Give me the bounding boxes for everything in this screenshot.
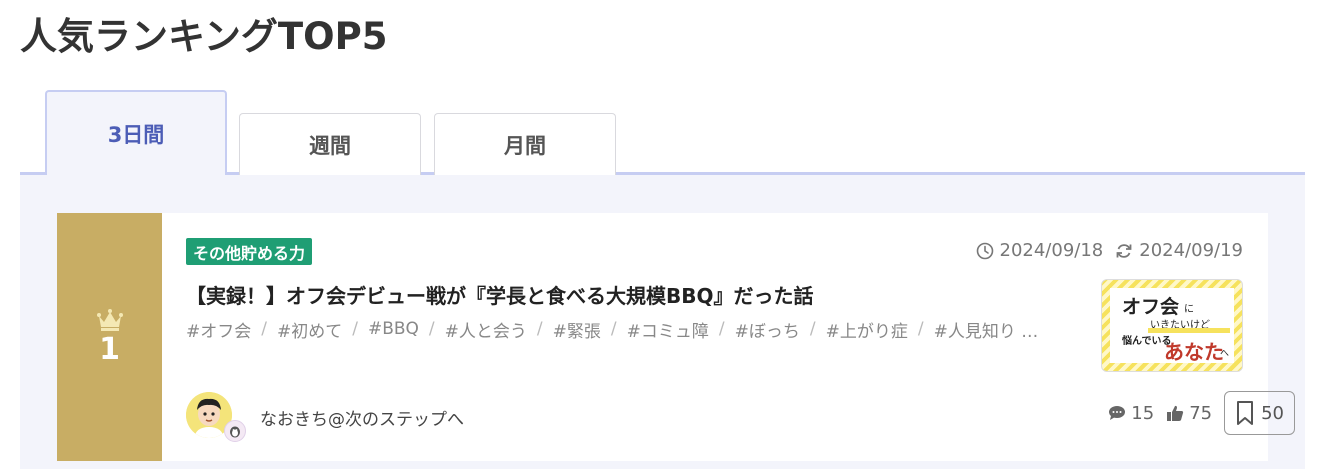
tag-list: #オフ会 / #初めて / #BBQ / #人と会う / #緊張 / #コミュ障 / #ぼっ… [186,317,1086,341]
author-name[interactable]: なおきち@次のステップへ [260,405,464,430]
thumbnail-line1-suffix: に [1184,304,1194,315]
clock-icon [976,242,993,259]
thumbnail-line4: あなた [1164,340,1224,364]
ranking-tabs: 3日間 週間 月間 [20,88,1305,176]
tag-separator: / [917,319,924,339]
comment-count: 15 [1108,403,1154,424]
tab-3days[interactable]: 3日間 [45,90,227,176]
refresh-icon [1116,243,1132,258]
comment-icon [1109,406,1126,420]
article-stats: 15 75 50 [1108,391,1295,435]
avatar-badge-icon [224,420,246,442]
tag-separator: / [809,319,816,339]
like-count: 75 [1166,403,1212,424]
tag-separator: / [352,319,358,339]
bookmark-count-text: 50 [1261,402,1284,424]
published-date: 2024/09/18 [976,240,1104,261]
tag-item[interactable]: #人見知り … [934,317,1039,342]
tag-item[interactable]: #コミュ障 [627,317,709,342]
tag-separator: / [428,319,435,339]
author-info[interactable]: なおきち@次のステップへ [186,392,464,442]
thumbnail-line1: オフ会 [1122,296,1180,318]
rank-number: 1 [99,332,120,367]
tag-item[interactable]: #オフ会 [186,317,251,342]
tag-separator: / [536,319,543,339]
updated-date: 2024/09/19 [1115,240,1243,261]
crown-icon [96,309,123,331]
bookmark-icon [1237,401,1254,425]
like-count-text: 75 [1189,402,1213,424]
tab-monthly[interactable]: 月間 [434,113,616,175]
article-thumbnail[interactable]: オフ会 に いきたいけど 悩んでいる あなた へ [1101,279,1243,372]
tab-weekly[interactable]: 週間 [239,113,421,175]
thumbnail-text-area: オフ会 に いきたいけど 悩んでいる あなた へ [1110,288,1234,364]
comment-count-text: 15 [1131,402,1155,424]
tag-item[interactable]: #初めて [277,317,342,342]
thumbs-up-icon [1167,405,1184,421]
tag-separator: / [261,319,267,339]
thumbnail-line4-suffix: へ [1220,349,1230,359]
tag-separator: / [610,319,617,339]
tag-item[interactable]: #BBQ [368,319,419,339]
tag-item[interactable]: #ぼっち [735,317,800,342]
tag-item[interactable]: #上がり症 [826,317,908,342]
article-title[interactable]: 【実録！】オフ会デビュー戦が『学長と食べる大規模BBQ』だった話 [186,280,814,309]
avatar[interactable] [186,392,246,442]
category-badge[interactable]: その他貯める力 [186,238,313,265]
published-date-text: 2024/09/18 [999,240,1104,261]
tag-separator: / [718,319,725,339]
updated-date-text: 2024/09/19 [1139,240,1243,261]
tag-item[interactable]: #人と会う [445,317,527,342]
tag-item[interactable]: #緊張 [553,317,601,342]
article-dates: 2024/09/18 2024/09/19 [976,240,1243,261]
bookmark-button[interactable]: 50 [1224,391,1295,435]
rank-badge: 1 [57,213,162,461]
page-title: 人気ランキングTOP5 [20,15,388,58]
